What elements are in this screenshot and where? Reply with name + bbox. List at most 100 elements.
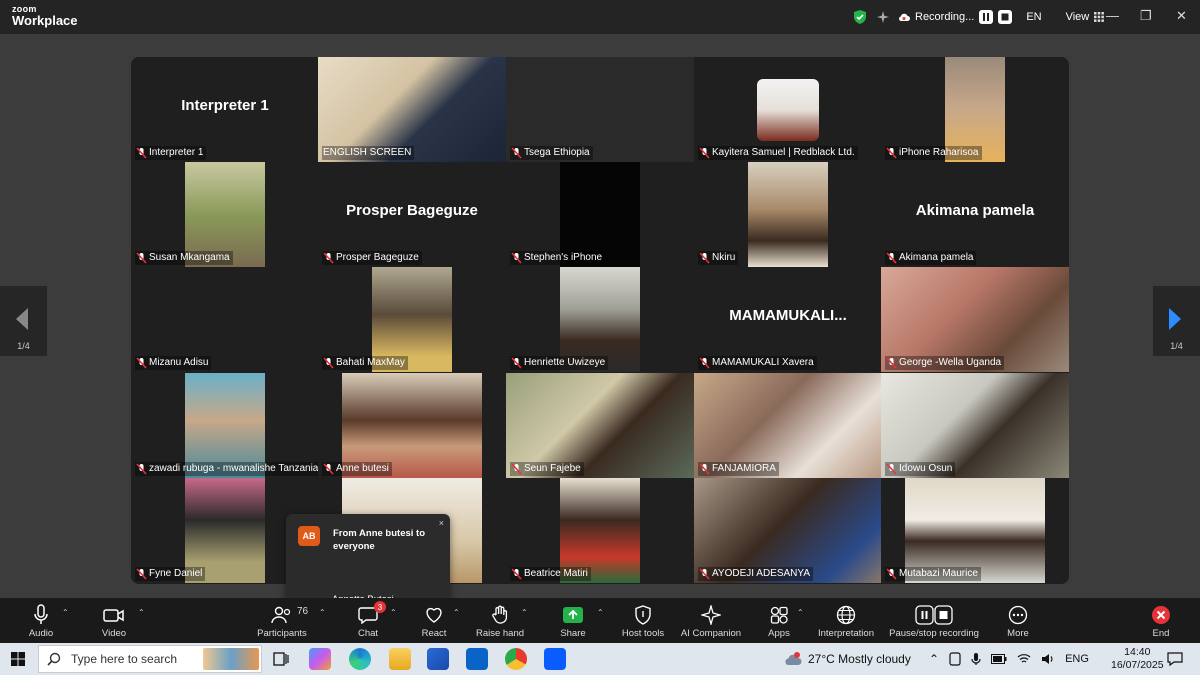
- participant-display-name: MAMAMUKALI...: [729, 307, 847, 324]
- meeting-stage: 1/4 1/4 Interpreter 1 Interpreter 1 ENGL…: [0, 34, 1200, 628]
- participant-name-label: ENGLISH SCREEN: [322, 146, 415, 160]
- close-window-icon[interactable]: ✕: [1176, 8, 1187, 24]
- microsoft-store-icon[interactable]: [427, 648, 449, 670]
- participants-button[interactable]: 76 Participants: [242, 604, 322, 639]
- video-options-chevron-icon[interactable]: ⌃: [138, 608, 145, 617]
- host-shield-icon: [635, 605, 651, 625]
- participant-tile[interactable]: iPhone Raharisoa: [881, 57, 1069, 162]
- participant-tile[interactable]: Anne butesi: [318, 373, 506, 478]
- participant-tile[interactable]: MAMAMUKALI... MAMAMUKALI Xavera: [694, 267, 882, 372]
- language-selector[interactable]: EN: [1026, 11, 1041, 23]
- recording-indicator[interactable]: Recording...: [898, 10, 1013, 24]
- participant-name-label: Interpreter 1: [135, 146, 207, 160]
- weather-text: 27°C Mostly cloudy: [808, 652, 911, 666]
- participant-tile[interactable]: Bahati MaxMay: [318, 267, 506, 372]
- apps-options-chevron-icon[interactable]: ⌃: [797, 608, 804, 617]
- copilot-app-icon[interactable]: [309, 648, 331, 670]
- minimize-window-icon[interactable]: —: [1106, 8, 1119, 23]
- participants-count: 76: [297, 606, 309, 617]
- more-options-icon: [1008, 605, 1028, 625]
- file-explorer-icon[interactable]: [389, 648, 411, 670]
- participant-tile[interactable]: Stephen's iPhone: [506, 162, 694, 267]
- participant-tile[interactable]: Prosper Bageguze Prosper Bageguze: [318, 162, 506, 267]
- participants-icon: [271, 606, 291, 624]
- raise-hand-options-chevron-icon[interactable]: ⌃: [521, 608, 528, 617]
- restore-window-icon[interactable]: ❐: [1140, 8, 1152, 24]
- pause-recording-button[interactable]: [979, 10, 994, 24]
- participant-tile[interactable]: George -Wella Uganda: [881, 267, 1069, 372]
- encryption-shield-icon[interactable]: [852, 9, 868, 25]
- raise-hand-button[interactable]: Raise hand: [460, 604, 540, 639]
- participant-name-label: AYODEJI ADESANYA: [698, 567, 813, 581]
- next-page-button[interactable]: 1/4: [1153, 286, 1200, 356]
- muted-mic-icon: [323, 357, 334, 369]
- muted-mic-icon: [136, 147, 147, 159]
- participant-name-label: Nkiru: [698, 251, 739, 265]
- battery-icon[interactable]: [991, 654, 1007, 664]
- stop-recording-button[interactable]: [998, 10, 1013, 24]
- audio-button[interactable]: Audio: [1, 604, 81, 639]
- participant-tile[interactable]: Kayitera Samuel | Redblack Ltd.: [694, 57, 882, 162]
- windows-start-icon[interactable]: [11, 652, 25, 666]
- participant-name-label: Tsega Ethiopia: [510, 146, 593, 160]
- participant-tile[interactable]: Susan Mkangama: [131, 162, 319, 267]
- audio-options-chevron-icon[interactable]: ⌃: [62, 608, 69, 617]
- notifications-icon[interactable]: [1167, 652, 1183, 666]
- ai-companion-sparkle-icon: [701, 605, 721, 625]
- gallery-grid: Interpreter 1 Interpreter 1 ENGLISH SCRE…: [131, 57, 1069, 584]
- participant-name-label: Mutabazi Maurice: [885, 567, 981, 581]
- wifi-icon[interactable]: [1017, 653, 1031, 665]
- system-tray[interactable]: ⌃ ENG: [929, 643, 1089, 675]
- participant-tile[interactable]: Mizanu Adisu: [131, 267, 319, 372]
- participant-tile[interactable]: zawadi rubuga - mwanalishe Tanzania: [131, 373, 319, 478]
- participant-tile[interactable]: Beatrice Matiri: [506, 478, 694, 583]
- participant-tile[interactable]: Interpreter 1 Interpreter 1: [131, 57, 319, 162]
- participant-tile[interactable]: Mutabazi Maurice: [881, 478, 1069, 583]
- volume-icon[interactable]: [1041, 653, 1055, 665]
- muted-mic-icon: [886, 357, 897, 369]
- participant-tile[interactable]: Akimana pamela Akimana pamela: [881, 162, 1069, 267]
- participant-tile[interactable]: ENGLISH SCREEN: [318, 57, 506, 162]
- participant-tile[interactable]: Tsega Ethiopia: [506, 57, 694, 162]
- more-button[interactable]: More: [978, 604, 1058, 639]
- interpretation-button[interactable]: Interpretation: [806, 604, 886, 639]
- share-screen-icon: [563, 607, 583, 623]
- pause-stop-recording-button[interactable]: Pause/stop recording: [879, 604, 989, 639]
- globe-icon: [836, 605, 856, 625]
- zoom-app-icon[interactable]: [544, 648, 566, 670]
- outlook-app-icon[interactable]: [466, 648, 488, 670]
- participant-tile[interactable]: AYODEJI ADESANYA: [694, 478, 882, 583]
- participant-tile[interactable]: Henriette Uwizeye: [506, 267, 694, 372]
- search-highlight-image: [203, 648, 259, 670]
- participant-tile[interactable]: Idowu Osun: [881, 373, 1069, 478]
- ai-sparkle-icon[interactable]: [876, 10, 890, 24]
- close-icon[interactable]: ×: [439, 518, 444, 528]
- participant-tile[interactable]: Seun Fajebe: [506, 373, 694, 478]
- search-icon: [47, 652, 61, 666]
- show-hidden-icons-chevron-icon[interactable]: ⌃: [929, 652, 939, 666]
- chrome-browser-icon[interactable]: [505, 648, 527, 670]
- raise-hand-label: Raise hand: [475, 628, 525, 639]
- react-options-chevron-icon[interactable]: ⌃: [453, 608, 460, 617]
- chat-unread-badge: 3: [374, 601, 386, 613]
- taskbar-search-box[interactable]: Type here to search: [38, 645, 262, 673]
- input-language[interactable]: ENG: [1065, 653, 1089, 665]
- participant-name-label: Bahati MaxMay: [322, 356, 408, 370]
- edge-browser-icon[interactable]: [349, 648, 371, 670]
- participant-tile[interactable]: Nkiru: [694, 162, 882, 267]
- tray-microphone-icon[interactable]: [971, 652, 981, 666]
- participant-tile[interactable]: FANJAMIORA: [694, 373, 882, 478]
- view-menu[interactable]: View: [1066, 11, 1105, 23]
- meet-now-icon[interactable]: [949, 652, 961, 666]
- weather-widget[interactable]: 27°C Mostly cloudy: [784, 643, 911, 675]
- recording-label: Recording...: [915, 11, 975, 23]
- previous-page-button[interactable]: 1/4: [0, 286, 47, 356]
- clock[interactable]: 14:40 16/07/2025: [1111, 643, 1164, 675]
- participants-options-chevron-icon[interactable]: ⌃: [319, 608, 326, 617]
- video-label: Video: [101, 628, 127, 639]
- muted-mic-icon: [699, 147, 710, 159]
- task-view-icon[interactable]: [273, 652, 289, 666]
- end-meeting-button[interactable]: End: [1121, 604, 1200, 639]
- muted-mic-icon: [886, 147, 897, 159]
- participant-name-label: Prosper Bageguze: [322, 251, 422, 265]
